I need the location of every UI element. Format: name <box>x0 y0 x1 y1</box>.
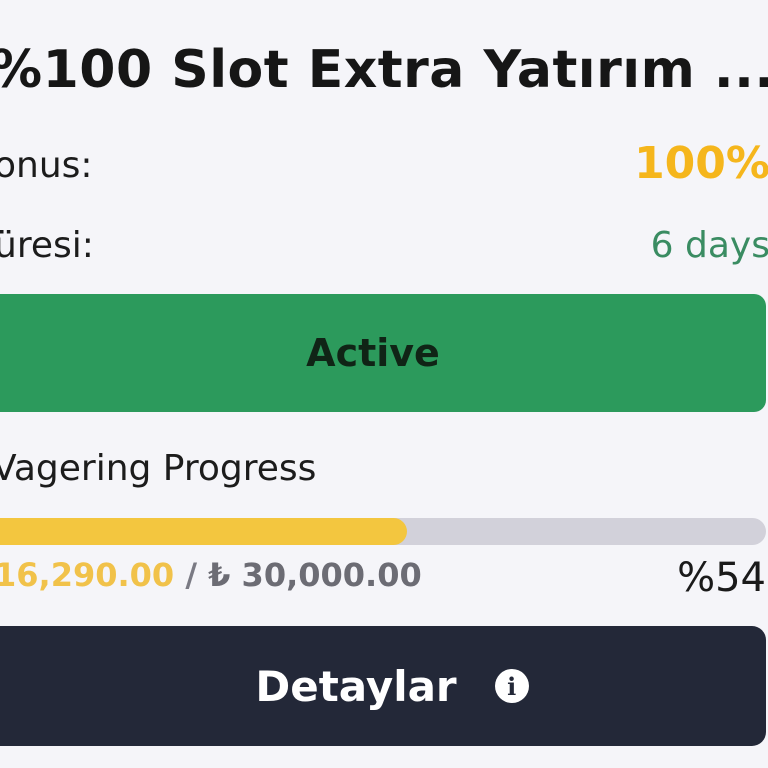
wagering-total-amount: ₺ 30,000.00 <box>208 556 422 594</box>
info-icon: i <box>494 669 529 703</box>
bonus-amount-label: onus: <box>0 145 93 186</box>
wagering-progress-fill <box>0 518 407 545</box>
wagering-amount-separator: / <box>185 556 197 594</box>
wagering-progress-label: Vagering Progress <box>0 448 317 489</box>
duration-label: üresi: <box>0 225 94 266</box>
wagering-current-amount: 16,290.00 <box>0 556 175 594</box>
bonus-card: %100 Slot Extra Yatırım ... onus: 100% ü… <box>0 0 768 768</box>
bonus-title: %100 Slot Extra Yatırım ... <box>0 40 768 100</box>
details-button-label: Detaylar <box>255 661 457 711</box>
wagering-percent: %54 <box>677 555 766 601</box>
active-status-button[interactable]: Active <box>0 294 766 412</box>
wagering-amounts: 16,290.00 / ₺ 30,000.00 <box>0 556 422 594</box>
duration-value: 6 days <box>650 225 768 266</box>
details-button[interactable]: Detaylar i <box>0 626 766 746</box>
bonus-amount-value: 100% <box>634 138 768 189</box>
active-status-label: Active <box>306 331 440 375</box>
wagering-progress-bar <box>0 518 766 545</box>
